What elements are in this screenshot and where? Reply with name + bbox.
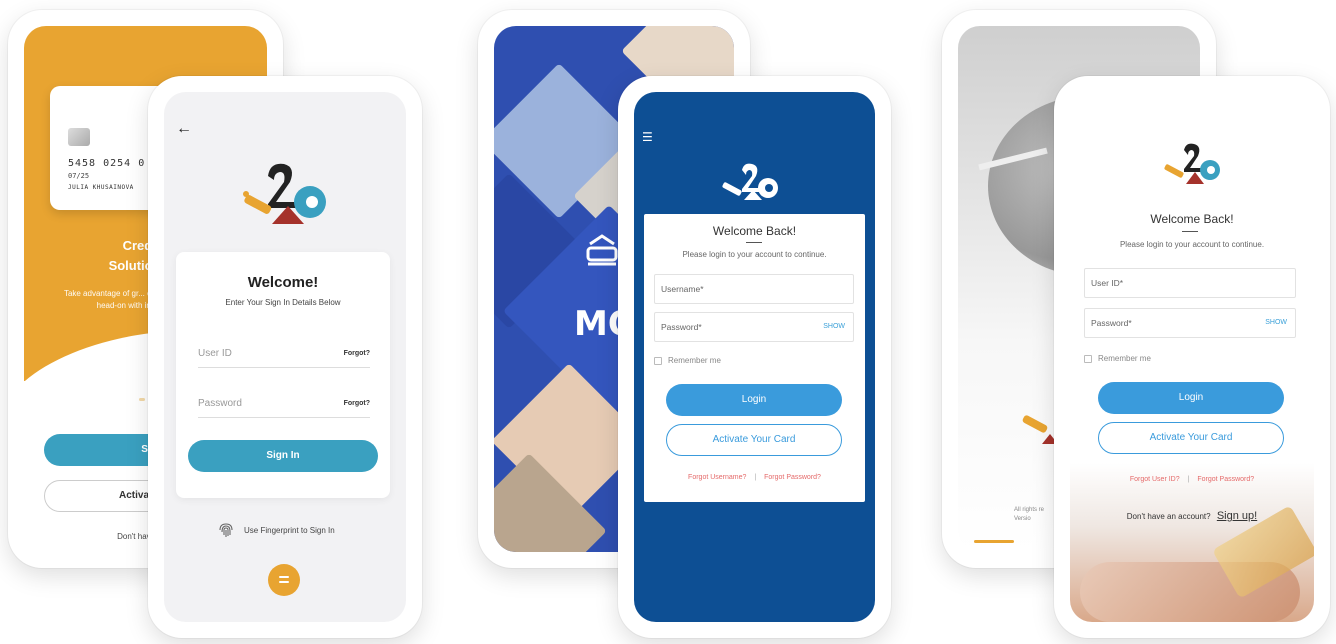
rights-line: All rights re bbox=[1014, 507, 1045, 513]
progress-indicator bbox=[974, 540, 1014, 543]
remember-me-label: Remember me bbox=[668, 356, 721, 365]
phone-1-front-screen: ← Welcome! Enter Your Sign In Details Be… bbox=[164, 92, 406, 622]
title-divider bbox=[746, 242, 762, 243]
user-id-placeholder: User ID* bbox=[1091, 278, 1124, 288]
checkbox-icon[interactable] bbox=[654, 356, 662, 365]
i2c-logo-icon bbox=[243, 163, 326, 224]
link-separator: | bbox=[754, 474, 757, 481]
forgot-password-link[interactable]: Forgot? bbox=[344, 400, 370, 407]
forgot-user-id-link[interactable]: Forgot User ID? bbox=[1130, 476, 1180, 483]
forgot-links: Forgot Username? | Forgot Password? bbox=[644, 474, 865, 481]
card-expiry: 07/25 bbox=[68, 172, 90, 180]
password-input[interactable]: Password Forgot? bbox=[198, 392, 370, 418]
password-input[interactable]: Password* SHOW bbox=[1084, 308, 1296, 338]
login-subtitle: Please login to your account to continue… bbox=[682, 250, 827, 259]
link-separator: | bbox=[1187, 476, 1190, 483]
remember-me-checkbox[interactable]: Remember me bbox=[654, 356, 721, 365]
username-input[interactable]: Username* bbox=[654, 274, 854, 304]
sign-in-card: Welcome! Enter Your Sign In Details Belo… bbox=[176, 252, 390, 498]
phone-2-front-screen: ☰ Welcome Back! Please login to your acc… bbox=[634, 92, 875, 622]
card-holder: JULIA KHUSAINOVA bbox=[68, 184, 134, 191]
login-subtitle: Please login to your account to continue… bbox=[1119, 240, 1265, 249]
phone-3-front: Welcome Back! Please login to your accou… bbox=[1054, 76, 1330, 638]
fingerprint-label: Use Fingerprint to Sign In bbox=[244, 525, 335, 535]
welcome-back-title: Welcome Back! bbox=[712, 224, 797, 238]
remember-me-label: Remember me bbox=[1098, 354, 1151, 363]
sign-up-link[interactable]: Sign up! bbox=[1217, 510, 1257, 522]
password-placeholder: Password* bbox=[661, 322, 702, 332]
card-chip-icon bbox=[68, 128, 90, 146]
show-password-toggle[interactable]: SHOW bbox=[1265, 319, 1287, 326]
user-id-input[interactable]: User ID Forgot? bbox=[198, 342, 370, 368]
username-placeholder: Username* bbox=[661, 284, 704, 294]
fingerprint-icon bbox=[219, 523, 233, 537]
welcome-subtitle: Enter Your Sign In Details Below bbox=[225, 298, 341, 307]
password-input[interactable]: Password* SHOW bbox=[654, 312, 854, 342]
phone-3-front-screen: Welcome Back! Please login to your accou… bbox=[1070, 92, 1314, 622]
menu-fab-button[interactable] bbox=[268, 564, 300, 596]
forgot-links: Forgot User ID? | Forgot Password? bbox=[1070, 476, 1314, 483]
password-placeholder: Password bbox=[198, 398, 242, 409]
card-number: 5458 0254 0 bbox=[68, 158, 146, 169]
forgot-password-link[interactable]: Forgot Password? bbox=[1197, 476, 1254, 483]
i2c-logo-icon bbox=[1164, 143, 1220, 184]
password-placeholder: Password* bbox=[1091, 318, 1132, 328]
user-id-placeholder: User ID bbox=[198, 348, 232, 359]
carousel-dot[interactable] bbox=[139, 398, 145, 401]
activate-card-button[interactable]: Activate Your Card bbox=[666, 424, 842, 456]
phone-2-front: ☰ Welcome Back! Please login to your acc… bbox=[618, 76, 891, 638]
copyright-text: All rights re Versio bbox=[1014, 506, 1044, 524]
checkbox-icon[interactable] bbox=[1084, 354, 1092, 363]
welcome-back-title: Welcome Back! bbox=[1150, 212, 1234, 226]
login-button[interactable]: Login bbox=[1098, 382, 1284, 414]
signup-row: Don't have an account? Sign up! bbox=[1070, 510, 1314, 522]
activate-card-button[interactable]: Activate Your Card bbox=[1098, 422, 1284, 454]
title-divider bbox=[1182, 231, 1198, 232]
show-password-toggle[interactable]: SHOW bbox=[823, 323, 845, 330]
forgot-username-link[interactable]: Forgot Username? bbox=[688, 474, 746, 481]
no-account-text: Don't have an account? bbox=[1126, 512, 1211, 521]
storefront-icon bbox=[586, 234, 618, 266]
sign-in-button[interactable]: Sign In bbox=[188, 440, 378, 472]
user-id-input[interactable]: User ID* bbox=[1084, 268, 1296, 298]
menu-icon[interactable]: ☰ bbox=[642, 130, 653, 144]
welcome-title: Welcome! bbox=[247, 274, 319, 291]
phone-1-front: ← Welcome! Enter Your Sign In Details Be… bbox=[148, 76, 422, 638]
login-button[interactable]: Login bbox=[666, 384, 842, 416]
forgot-user-id-link[interactable]: Forgot? bbox=[344, 350, 370, 357]
version-line: Versio bbox=[1014, 516, 1031, 522]
arrow-left-icon[interactable]: ← bbox=[176, 120, 192, 138]
fingerprint-sign-in[interactable]: Use Fingerprint to Sign In bbox=[216, 520, 335, 540]
i2c-logo-icon bbox=[722, 163, 778, 200]
login-card: Welcome Back! Please login to your accou… bbox=[644, 214, 865, 502]
forgot-password-link[interactable]: Forgot Password? bbox=[764, 474, 821, 481]
remember-me-checkbox[interactable]: Remember me bbox=[1084, 354, 1151, 363]
